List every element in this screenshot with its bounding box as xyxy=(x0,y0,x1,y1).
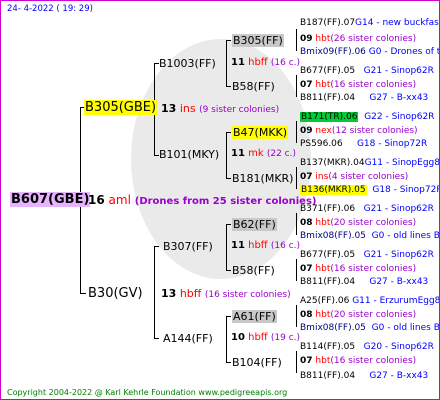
connector-line xyxy=(226,40,231,41)
gen3-info: 08 hbt(20 sister colonies) xyxy=(300,218,417,228)
gen3-info: 07 ins(4 sister colonies) xyxy=(300,172,409,182)
gen3-queen: B104(FF) xyxy=(232,356,282,369)
connector-line xyxy=(296,29,297,51)
pedigree-chart: 24- 4-2022 ( 19: 29) B607(GBE) 16 aml (D… xyxy=(0,0,440,400)
gen4-row: B811(FF).04 G27 - B-xx43 xyxy=(300,93,429,103)
gen1-queen: B305(GBE) xyxy=(84,100,158,115)
queen-root: B607(GBE) xyxy=(10,192,91,207)
connector-line xyxy=(226,362,231,363)
gen3-info: 07 hbt(16 sister colonies) xyxy=(300,356,417,366)
connector-line xyxy=(226,40,227,86)
gen4-row: B811(FF).04 G27 - B-xx43 xyxy=(300,277,429,287)
connector-line xyxy=(226,86,231,87)
connector-line xyxy=(296,167,297,189)
gen2-queen: B1003(FF) xyxy=(159,57,216,70)
gen3-queen: B58(FF) xyxy=(232,264,275,277)
connector-line xyxy=(226,316,231,317)
gen2-info: 11 hbff (16 c.) xyxy=(231,57,301,68)
gen4-row: PS596.06 G18 - Sinop72R xyxy=(300,139,428,149)
gen3-queen: B58(FF) xyxy=(232,80,275,93)
connector-line xyxy=(154,246,159,247)
gen2-queen: B307(FF) xyxy=(163,240,213,253)
gen1-info: 13 hbff (16 sister colonies) xyxy=(161,287,291,300)
gen3-info: 07 hbt(16 sister colonies) xyxy=(300,264,417,274)
gen2-queen: B101(MKY) xyxy=(159,148,220,161)
gen4-row: B811(FF).04 G27 - B-xx43 xyxy=(300,371,429,381)
connector-line xyxy=(226,178,231,179)
gen4-row: B171(TR).06 G22 - Sinop62R xyxy=(300,112,435,122)
gen2-info: 11 hbff (16 c.) xyxy=(231,240,301,251)
queen-id: B607(GBE) xyxy=(10,192,91,207)
gen4-row: Bmix08(FF).05 G0 - old lines B xyxy=(300,231,440,241)
gen4-row: B137(MKR).04G11 - SinopEgg86R xyxy=(300,158,440,168)
gen1-queen: B30(GV) xyxy=(88,286,143,301)
gen2-queen: A144(FF) xyxy=(163,332,213,345)
gen3-queen: A61(FF) xyxy=(232,310,277,323)
gen4-row: B677(FF).05 G21 - Sinop62R xyxy=(300,250,434,260)
gen4-row: Bmix08(FF).05 G0 - old lines B xyxy=(300,323,440,333)
gen4-row: Bmix09(FF).06 G0 - Drones of t xyxy=(300,47,440,57)
connector-line xyxy=(226,224,227,270)
connector-line xyxy=(226,270,231,271)
connector-line xyxy=(296,305,297,327)
gen2-info: 11 mk (22 c.) xyxy=(231,148,296,159)
connector-line xyxy=(154,246,155,338)
gen3-info: 07 hbt(16 sister colonies) xyxy=(300,80,417,90)
gen3-queen: B47(MKK) xyxy=(232,126,289,139)
connector-line xyxy=(226,132,227,178)
connector-line xyxy=(226,132,231,133)
connector-line xyxy=(296,75,297,97)
gen3-queen: B305(FF) xyxy=(232,34,284,47)
gen4-row: B677(FF).05 G21 - Sinop62R xyxy=(300,66,434,76)
connector-line xyxy=(226,224,231,225)
connector-line xyxy=(296,351,297,373)
connector-line xyxy=(296,121,297,143)
gen4-row: B371(FF).06 G21 - Sinop62R xyxy=(300,204,434,214)
gen4-row: B187(FF).07G14 - new buckfas xyxy=(300,18,439,28)
copyright-footer: Copyright 2004-2022 @ Karl Kehrle Founda… xyxy=(7,388,288,397)
connector-line xyxy=(296,259,297,281)
gen4-row: B136(MKR).05 G18 - Sinop72R xyxy=(300,185,440,195)
gen1-info: 13 ins (9 sister colonies) xyxy=(161,102,280,115)
gen3-info: 08 hbt(20 sister colonies) xyxy=(300,310,417,320)
connector-line xyxy=(296,213,297,235)
date-stamp: 24- 4-2022 ( 19: 29) xyxy=(7,4,93,14)
connector-line xyxy=(80,293,86,294)
connector-line xyxy=(226,316,227,362)
gen3-queen: B62(FF) xyxy=(232,218,277,231)
root-info: 16 aml (Drones from 25 sister colonies) xyxy=(88,193,317,207)
connector-line xyxy=(154,338,159,339)
gen2-info: 10 hbff (19 c.) xyxy=(231,332,301,343)
gen4-row: A25(FF).06 G11 - ErzurumEgg8 xyxy=(300,296,440,306)
gen4-row: B114(FF).05 G20 - Sinop62R xyxy=(300,342,434,352)
gen3-queen: B181(MKR) xyxy=(232,172,294,185)
gen3-info: 09 hbt(26 sister colonies) xyxy=(300,34,417,44)
gen3-info: 09 nex(12 sister colonies) xyxy=(300,126,418,136)
